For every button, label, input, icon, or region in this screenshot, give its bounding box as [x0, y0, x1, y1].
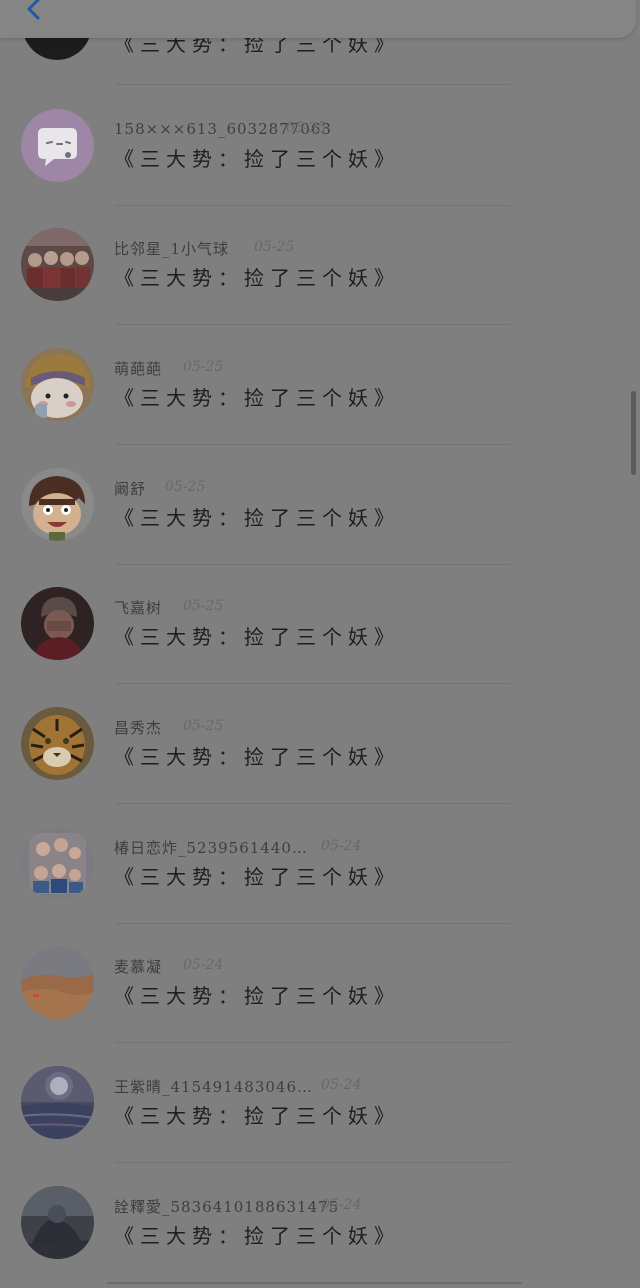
username: 詮釋愛_5836410188631475 — [114, 1198, 340, 1216]
scrollbar[interactable] — [631, 391, 636, 475]
avatar — [21, 228, 94, 301]
list-item[interactable]: 詮釋愛_5836410188631475 05-24 《三大势：捡了三个妖》 — [0, 1162, 640, 1282]
avatar — [21, 348, 94, 421]
item-meta: 比邻星_1小气球 05-25 — [114, 238, 294, 258]
username: 椿日恋炸_5239561440… — [114, 839, 308, 857]
username: 昌秀杰 — [114, 719, 163, 737]
item-meta: 萌葩葩 05-25 — [114, 358, 223, 378]
comment-list-page: 《三大势：捡了三个妖》 158×××613_6032877063 05-25 《… — [0, 0, 640, 1288]
username: 王紫晴_415491483046… — [114, 1078, 314, 1096]
item-meta: 昌秀杰 05-25 — [114, 717, 223, 737]
top-bar — [0, 0, 636, 38]
list-item[interactable]: 萌葩葩 05-25 《三大势：捡了三个妖》 — [0, 324, 640, 444]
divider — [107, 1282, 522, 1284]
list-item[interactable]: 麦慕凝 05-24 《三大势：捡了三个妖》 — [0, 922, 640, 1042]
username: 麦慕凝 — [114, 958, 163, 976]
item-meta: 飞嘉树 05-25 — [114, 597, 223, 617]
date-label: 05-25 — [254, 239, 295, 255]
book-title: 《三大势：捡了三个妖》 — [114, 984, 400, 1008]
list-item[interactable]: 昌秀杰 05-25 《三大势：捡了三个妖》 — [0, 683, 640, 803]
book-title: 《三大势：捡了三个妖》 — [114, 1224, 400, 1248]
date-label: 05-25 — [183, 718, 224, 734]
date-label: 05-24 — [321, 1077, 362, 1093]
avatar — [21, 827, 94, 900]
date-label: 05-24 — [321, 1197, 362, 1213]
username: 比邻星_1小气球 — [114, 240, 230, 258]
username: 萌葩葩 — [114, 360, 163, 378]
username: 阚舒 — [114, 480, 147, 498]
date-label: 05-24 — [183, 957, 224, 973]
list-item[interactable]: 比邻星_1小气球 05-25 《三大势：捡了三个妖》 — [0, 204, 640, 324]
username: 飞嘉树 — [114, 599, 163, 617]
item-meta: 王紫晴_415491483046… 05-24 — [114, 1076, 361, 1096]
book-title: 《三大势：捡了三个妖》 — [114, 625, 400, 649]
item-meta: 158×××613_6032877063 05-25 — [114, 119, 332, 139]
date-label: 05-25 — [183, 359, 224, 375]
date-label: 05-25 — [165, 479, 206, 495]
avatar — [21, 707, 94, 780]
chevron-left-icon[interactable] — [22, 0, 48, 22]
book-title: 《三大势：捡了三个妖》 — [114, 266, 400, 290]
list-item[interactable]: 阚舒 05-25 《三大势：捡了三个妖》 — [0, 444, 640, 564]
book-title: 《三大势：捡了三个妖》 — [114, 147, 400, 171]
avatar — [21, 1186, 94, 1259]
avatar — [21, 946, 94, 1019]
book-title: 《三大势：捡了三个妖》 — [114, 506, 400, 530]
item-meta: 詮釋愛_5836410188631475 05-24 — [114, 1196, 361, 1216]
avatar — [21, 587, 94, 660]
list-item[interactable]: 158×××613_6032877063 05-25 《三大势：捡了三个妖》 — [0, 85, 640, 205]
date-label: 05-24 — [321, 838, 362, 854]
book-title: 《三大势：捡了三个妖》 — [114, 865, 400, 889]
avatar — [21, 109, 94, 182]
book-title: 《三大势：捡了三个妖》 — [114, 745, 400, 769]
avatar — [21, 1066, 94, 1139]
date-label: 05-25 — [286, 120, 327, 136]
item-meta: 阚舒 05-25 — [114, 478, 205, 498]
list-item[interactable]: 飞嘉树 05-25 《三大势：捡了三个妖》 — [0, 563, 640, 683]
list-item[interactable]: 王紫晴_415491483046… 05-24 《三大势：捡了三个妖》 — [0, 1042, 640, 1162]
book-title: 《三大势：捡了三个妖》 — [114, 1104, 400, 1128]
date-label: 05-25 — [183, 598, 224, 614]
item-meta: 麦慕凝 05-24 — [114, 956, 223, 976]
book-title: 《三大势：捡了三个妖》 — [114, 386, 400, 410]
list-item[interactable]: 椿日恋炸_5239561440… 05-24 《三大势：捡了三个妖》 — [0, 803, 640, 923]
avatar — [21, 468, 94, 541]
item-meta: 椿日恋炸_5239561440… 05-24 — [114, 837, 361, 857]
